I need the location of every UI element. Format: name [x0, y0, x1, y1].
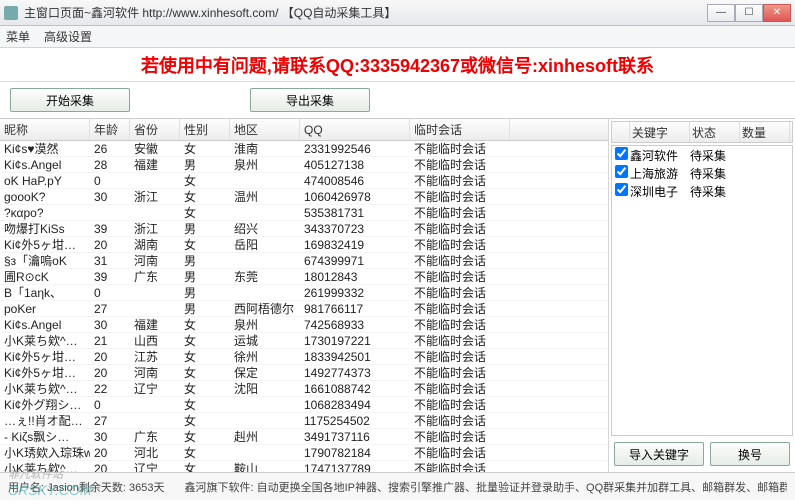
maximize-button[interactable]: ☐ [735, 4, 763, 22]
table-row[interactable]: oK HaP.pY0女474008546不能临时会话 [0, 173, 608, 189]
keyword-body: 鑫河软件待采集上海旅游待采集深圳电子待采集 [611, 145, 793, 436]
export-collect-button[interactable]: 导出采集 [250, 88, 370, 112]
table-row[interactable]: goooK?30浙江女温州1060426978不能临时会话 [0, 189, 608, 205]
col-gender[interactable]: 性别 [180, 119, 230, 140]
window-title: 主窗口页面~鑫河软件 http://www.xinhesoft.com/ 【QQ… [24, 4, 707, 21]
table-row[interactable]: 小K莱ち欸^…20辽宁女鞍山1747137789不能临时会话 [0, 461, 608, 472]
table-row[interactable]: Ki¢外5ヶ坩…20江苏女徐州1833942501不能临时会话 [0, 349, 608, 365]
results-table: 昵称 年龄 省份 性别 地区 QQ 临时会话 Ki¢s♥漠然26安徽女淮南233… [0, 119, 609, 472]
keyword-row[interactable]: 深圳电子待采集 [612, 182, 792, 200]
app-icon [4, 6, 18, 20]
keyword-checkbox[interactable] [615, 165, 628, 178]
col-region[interactable]: 地区 [230, 119, 300, 140]
status-note: 鑫河旗下软件: 自动更换全国各地IP神器、搜索引擎推广器、批量验证并登录助手、Q… [165, 479, 787, 495]
table-row[interactable]: Ki¢s♥漠然26安徽女淮南2331992546不能临时会话 [0, 141, 608, 157]
table-row[interactable]: ?καpo?女535381731不能临时会话 [0, 205, 608, 221]
col-qq[interactable]: QQ [300, 119, 410, 140]
kw-col-keyword[interactable]: 关键字 [630, 122, 690, 142]
col-session[interactable]: 临时会话 [410, 119, 510, 140]
col-nick[interactable]: 昵称 [0, 119, 90, 140]
import-keyword-button[interactable]: 导入关键字 [614, 442, 704, 466]
table-row[interactable]: - Kiζs飘シ…30广东女赳州3491737116不能临时会话 [0, 429, 608, 445]
close-button[interactable]: ✕ [763, 4, 791, 22]
statusbar: 用户名: Jasion 剩余天数: 3653天 鑫河旗下软件: 自动更换全国各地… [0, 472, 795, 500]
table-row[interactable]: Ki¢s.Angel28福建男泉州405127138不能临时会话 [0, 157, 608, 173]
table-row[interactable]: B「1aηk、0男261999332不能临时会话 [0, 285, 608, 301]
table-row[interactable]: …ぇ!!肖オ配…27女1175254502不能临时会话 [0, 413, 608, 429]
window-titlebar: 主窗口页面~鑫河软件 http://www.xinhesoft.com/ 【QQ… [0, 0, 795, 26]
menubar: 菜单 高级设置 [0, 26, 795, 48]
banner-text: 若使用中有问题,请联系QQ:3335942367或微信号:xinhesoft联系 [0, 48, 795, 82]
table-row[interactable]: 小K莱ち欸^…22辽宁女沈阳1661088742不能临时会话 [0, 381, 608, 397]
table-row[interactable]: 小K莱ち欸^…21山西女运城1730197221不能临时会话 [0, 333, 608, 349]
table-row[interactable]: §з「瀹嗚οK31河南男674399971不能临时会话 [0, 253, 608, 269]
table-row[interactable]: Ki¢外5ヶ坩…20河南女保定1492774373不能临时会话 [0, 365, 608, 381]
col-age[interactable]: 年龄 [90, 119, 130, 140]
table-body[interactable]: Ki¢s♥漠然26安徽女淮南2331992546不能临时会话Ki¢s.Angel… [0, 141, 608, 472]
start-collect-button[interactable]: 开始采集 [10, 88, 130, 112]
keyword-row[interactable]: 上海旅游待采集 [612, 164, 792, 182]
keyword-checkbox[interactable] [615, 147, 628, 160]
table-row[interactable]: 吻爆打KiSs39浙江男绍兴343370723不能临时会话 [0, 221, 608, 237]
table-row[interactable]: 小K琇欸入琮珠w20河北女1790782184不能临时会话 [0, 445, 608, 461]
keyword-checkbox[interactable] [615, 183, 628, 196]
keyword-header: 关键字 状态 数量 [611, 121, 793, 143]
change-account-button[interactable]: 换号 [710, 442, 790, 466]
table-row[interactable]: Ki¢外グ翔シ…0女1068283494不能临时会话 [0, 397, 608, 413]
status-days: 剩余天数: 3653天 [79, 479, 165, 495]
status-user: 用户名: Jasion [8, 479, 79, 495]
menu-main[interactable]: 菜单 [6, 28, 30, 45]
col-province[interactable]: 省份 [130, 119, 180, 140]
table-row[interactable]: pоKer27男西阿梧德尔981766117不能临时会话 [0, 301, 608, 317]
kw-col-status[interactable]: 状态 [690, 122, 740, 142]
menu-advanced[interactable]: 高级设置 [44, 28, 92, 45]
table-row[interactable]: 圃R⊙cK39广东男东莞18012843不能临时会话 [0, 269, 608, 285]
keyword-row[interactable]: 鑫河软件待采集 [612, 146, 792, 164]
keyword-panel: 关键字 状态 数量 鑫河软件待采集上海旅游待采集深圳电子待采集 导入关键字 换号 [609, 119, 795, 472]
minimize-button[interactable]: — [707, 4, 735, 22]
toolbar: 开始采集 导出采集 [0, 82, 795, 118]
table-row[interactable]: Ki¢s.Angel30福建女泉州742568933不能临时会话 [0, 317, 608, 333]
table-row[interactable]: Ki¢外5ヶ坩…20湖南女岳阳169832419不能临时会话 [0, 237, 608, 253]
table-header: 昵称 年龄 省份 性别 地区 QQ 临时会话 [0, 119, 608, 141]
kw-col-count[interactable]: 数量 [740, 122, 790, 142]
